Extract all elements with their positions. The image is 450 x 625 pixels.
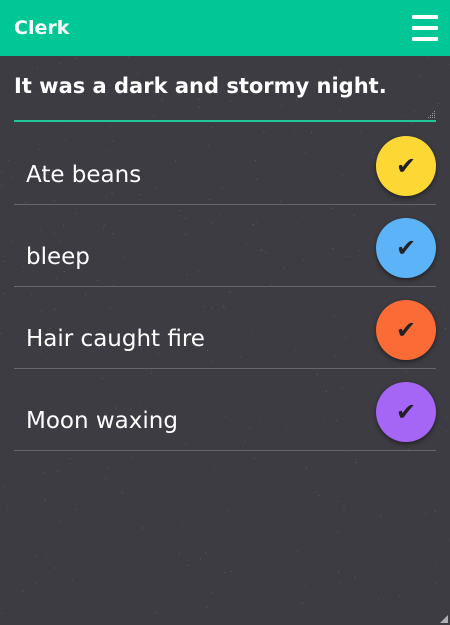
note-title-input[interactable]: [14, 62, 436, 120]
complete-button[interactable]: ✔: [376, 300, 436, 360]
list-item: Moon waxing ✔: [14, 369, 436, 451]
item-label[interactable]: Hair caught fire: [26, 326, 205, 352]
complete-button[interactable]: ✔: [376, 218, 436, 278]
list-item: Ate beans ✔: [14, 123, 436, 205]
item-label[interactable]: Ate beans: [26, 162, 141, 188]
list-item: bleep ✔: [14, 205, 436, 287]
checkmark-icon: ✔: [395, 152, 417, 180]
app-title: Clerk: [14, 17, 70, 39]
checkmark-icon: ✔: [395, 234, 417, 262]
resize-handle-icon[interactable]: [426, 109, 436, 119]
list-item: Hair caught fire ✔: [14, 287, 436, 369]
app-header: Clerk: [0, 0, 450, 56]
checkmark-icon: ✔: [395, 398, 417, 426]
complete-button[interactable]: ✔: [376, 136, 436, 196]
note-title-field: [14, 62, 436, 122]
window-resize-icon[interactable]: [440, 615, 448, 623]
title-underline: [14, 120, 436, 122]
item-list: Ate beans ✔ bleep ✔ Hair caught fire ✔ M…: [14, 123, 436, 451]
item-label[interactable]: bleep: [26, 244, 90, 270]
complete-button[interactable]: ✔: [376, 382, 436, 442]
hamburger-menu-icon[interactable]: [412, 15, 438, 41]
item-label[interactable]: Moon waxing: [26, 408, 178, 434]
checkmark-icon: ✔: [395, 316, 417, 344]
